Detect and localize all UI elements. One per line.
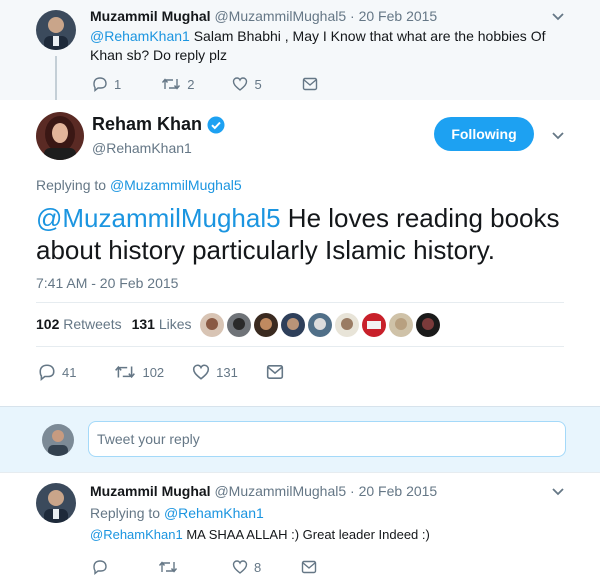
heart-icon xyxy=(232,560,248,574)
like-button[interactable]: 131 xyxy=(192,363,238,381)
author-name-text[interactable]: Reham Khan xyxy=(92,114,202,135)
retweet-count: 2 xyxy=(187,76,195,92)
verified-badge-icon xyxy=(207,116,225,133)
message-button[interactable] xyxy=(301,560,317,574)
retweets-stat[interactable]: 102 Retweets xyxy=(36,316,122,332)
reply-input[interactable] xyxy=(88,421,566,457)
retweet-button[interactable] xyxy=(158,559,178,575)
divider xyxy=(36,346,564,347)
heart-icon xyxy=(193,364,210,380)
liker-avatar[interactable] xyxy=(362,313,386,337)
retweets-stat-label: Retweets xyxy=(63,316,122,332)
liker-avatar[interactable] xyxy=(254,313,278,337)
author-name[interactable]: Muzammil Mughal xyxy=(90,8,211,24)
current-user-avatar[interactable] xyxy=(42,424,74,456)
reply-button[interactable] xyxy=(92,559,108,575)
liker-avatar[interactable] xyxy=(227,313,251,337)
author-name[interactable]: Muzammil Mughal xyxy=(90,483,211,499)
reply-tweet[interactable]: Muzammil Mughal @MuzammilMughal5 · 20 Fe… xyxy=(0,472,600,580)
like-button[interactable]: 8 xyxy=(232,559,261,575)
liker-avatar[interactable] xyxy=(281,313,305,337)
tweet-actions: 41 102 131 xyxy=(38,363,284,381)
following-button[interactable]: Following xyxy=(434,117,534,151)
like-count: 8 xyxy=(254,559,262,575)
mention-link[interactable]: @MuzammilMughal5 xyxy=(36,203,281,233)
likes-stat-label: Likes xyxy=(158,316,192,332)
replying-to: Replying to @MuzammilMughal5 xyxy=(36,177,242,193)
likes-stat[interactable]: 131 Likes xyxy=(132,316,192,332)
mention-link[interactable]: @RehamKhan1 xyxy=(90,527,183,542)
author-handle-date[interactable]: @MuzammilMughal5 · 20 Feb 2015 xyxy=(214,8,437,24)
tweet-header: Muzammil Mughal @MuzammilMughal5 · 20 Fe… xyxy=(90,8,437,24)
author-name[interactable]: Reham Khan xyxy=(92,114,225,135)
reply-icon xyxy=(39,364,55,381)
engagement-stats: 102 Retweets 131 Likes xyxy=(36,316,192,332)
liker-avatar[interactable] xyxy=(416,313,440,337)
like-count: 5 xyxy=(254,76,262,92)
tweet-text: @MuzammilMughal5 He loves reading books … xyxy=(36,202,576,266)
tweet-text: @RehamKhan1 MA SHAA ALLAH :) Great leade… xyxy=(90,527,430,542)
liker-avatar[interactable] xyxy=(308,313,332,337)
retweet-icon xyxy=(162,78,181,90)
reply-composer xyxy=(0,406,600,472)
retweet-count: 102 xyxy=(142,364,165,380)
replying-to-link[interactable]: @RehamKhan1 xyxy=(164,505,264,521)
reply-icon xyxy=(93,560,107,575)
like-count: 131 xyxy=(216,364,238,380)
avatar[interactable] xyxy=(36,112,84,160)
retweets-stat-count: 102 xyxy=(36,316,60,332)
liker-avatar[interactable] xyxy=(200,313,224,337)
tweet-header: Muzammil Mughal @MuzammilMughal5 · 20 Fe… xyxy=(90,483,437,499)
retweet-button[interactable]: 2 xyxy=(161,76,194,92)
replying-to: Replying to @RehamKhan1 xyxy=(90,505,264,521)
retweet-icon xyxy=(115,365,136,379)
author-handle-date[interactable]: @MuzammilMughal5 · 20 Feb 2015 xyxy=(214,483,437,499)
liker-avatar[interactable] xyxy=(389,313,413,337)
avatar[interactable] xyxy=(36,483,76,523)
divider xyxy=(36,302,564,303)
chevron-down-icon[interactable] xyxy=(551,487,565,497)
chevron-down-icon[interactable] xyxy=(551,12,565,22)
envelope-icon xyxy=(302,560,317,574)
retweet-icon xyxy=(158,561,178,573)
envelope-icon xyxy=(302,77,317,91)
like-button[interactable]: 5 xyxy=(232,76,262,92)
likes-stat-count: 131 xyxy=(131,316,155,332)
chevron-down-icon[interactable] xyxy=(551,131,565,141)
reply-button[interactable]: 1 xyxy=(92,76,121,92)
tweet-actions: 8 xyxy=(92,559,317,575)
reply-icon xyxy=(93,77,107,92)
tweet-body: MA SHAA ALLAH :) Great leader Indeed :) xyxy=(182,527,430,542)
heart-icon xyxy=(233,77,248,91)
reply-count: 41 xyxy=(62,364,77,380)
replying-prefix: Replying to xyxy=(90,505,164,521)
replying-to-link[interactable]: @MuzammilMughal5 xyxy=(110,177,242,193)
liker-avatar[interactable] xyxy=(335,313,359,337)
replying-prefix: Replying to xyxy=(36,177,110,193)
liker-avatars xyxy=(200,313,443,337)
tweet-actions: 1 2 5 xyxy=(92,76,318,92)
mention-link[interactable]: @RehamKhan1 xyxy=(90,28,190,44)
reply-count: 1 xyxy=(114,76,122,92)
author-handle[interactable]: @RehamKhan1 xyxy=(92,140,192,156)
avatar[interactable] xyxy=(36,10,76,50)
tweet-text: @RehamKhan1 Salam Bhabhi , May I Know th… xyxy=(90,27,560,65)
main-tweet: Reham Khan @RehamKhan1 Following Replyin… xyxy=(0,100,600,406)
message-button[interactable] xyxy=(266,364,284,380)
reply-button[interactable]: 41 xyxy=(38,363,76,381)
retweet-button[interactable]: 102 xyxy=(114,363,164,381)
timestamp[interactable]: 7:41 AM - 20 Feb 2015 xyxy=(36,275,178,291)
parent-tweet[interactable]: Muzammil Mughal @MuzammilMughal5 · 20 Fe… xyxy=(0,0,600,108)
message-button[interactable] xyxy=(302,77,318,91)
envelope-icon xyxy=(266,365,283,379)
